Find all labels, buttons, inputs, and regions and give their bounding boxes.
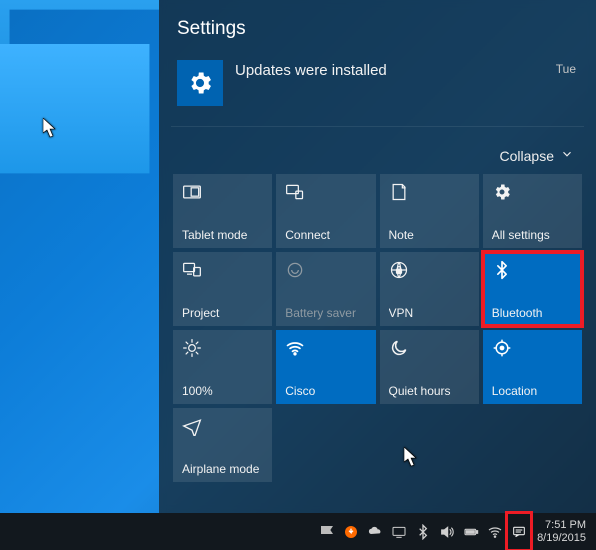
action-center-panel: Settings Updates were installed Tue Coll… (159, 0, 596, 513)
tray-flag-icon[interactable] (315, 513, 339, 550)
system-tray: 7:51 PM 8/19/2015 (315, 513, 596, 550)
tile-airplane-mode[interactable]: Airplane mode (173, 408, 272, 482)
tile-note[interactable]: Note (380, 174, 479, 248)
tile-label: All settings (492, 228, 573, 242)
tile-label: Note (389, 228, 470, 242)
tile-label: Battery saver (285, 306, 366, 320)
collapse-label: Collapse (500, 148, 554, 164)
tile-location[interactable]: Location (483, 330, 582, 404)
tile-label: 100% (182, 384, 263, 398)
location-icon (492, 337, 573, 359)
tile-connect[interactable]: Connect (276, 174, 375, 248)
clock-date: 8/19/2015 (537, 532, 586, 545)
vpn-icon (389, 259, 470, 281)
tray-volume-icon[interactable] (435, 513, 459, 550)
tray-onedrive-icon[interactable] (363, 513, 387, 550)
clock-time: 7:51 PM (537, 519, 586, 532)
gear-icon (492, 181, 573, 203)
connect-icon (285, 181, 366, 203)
quick-actions-grid: Tablet mode Connect Note All settings Pr… (171, 174, 584, 482)
tile-wifi[interactable]: Cisco (276, 330, 375, 404)
tray-update-icon[interactable] (339, 513, 363, 550)
gear-icon (177, 60, 223, 106)
wifi-icon (285, 337, 366, 359)
quiet-hours-icon (389, 337, 470, 359)
brightness-icon (182, 337, 263, 359)
tile-label: Cisco (285, 384, 366, 398)
tile-quiet-hours[interactable]: Quiet hours (380, 330, 479, 404)
tile-all-settings[interactable]: All settings (483, 174, 582, 248)
tile-label: VPN (389, 306, 470, 320)
tile-label: Bluetooth (492, 306, 573, 320)
tray-battery-icon[interactable] (459, 513, 483, 550)
tile-label: Quiet hours (389, 384, 470, 398)
chevron-down-icon (560, 147, 574, 164)
battery-saver-icon (285, 259, 366, 281)
project-icon (182, 259, 263, 281)
taskbar: 7:51 PM 8/19/2015 (0, 513, 596, 550)
tile-tablet-mode[interactable]: Tablet mode (173, 174, 272, 248)
tile-battery-saver[interactable]: Battery saver (276, 252, 375, 326)
tile-label: Project (182, 306, 263, 320)
taskbar-clock[interactable]: 7:51 PM 8/19/2015 (531, 519, 596, 545)
note-icon (389, 181, 470, 203)
tray-bluetooth-icon[interactable] (411, 513, 435, 550)
airplane-icon (182, 415, 263, 437)
tile-label: Connect (285, 228, 366, 242)
tile-label: Location (492, 384, 573, 398)
tablet-mode-icon (182, 181, 263, 203)
tile-label: Tablet mode (182, 228, 263, 242)
tile-project[interactable]: Project (173, 252, 272, 326)
tile-brightness[interactable]: 100% (173, 330, 272, 404)
notification-item[interactable]: Updates were installed Tue (171, 54, 584, 127)
tile-vpn[interactable]: VPN (380, 252, 479, 326)
notification-text: Updates were installed (235, 60, 387, 79)
collapse-button[interactable]: Collapse (171, 127, 584, 174)
tray-display-icon[interactable] (387, 513, 411, 550)
tray-wifi-icon[interactable] (483, 513, 507, 550)
tile-label: Airplane mode (182, 462, 263, 476)
page-title: Settings (177, 18, 578, 40)
tray-action-center-icon[interactable] (507, 513, 531, 550)
bluetooth-icon (492, 259, 573, 281)
wallpaper-shape (0, 44, 159, 176)
tile-bluetooth[interactable]: Bluetooth (483, 252, 582, 326)
notification-timestamp: Tue (556, 62, 576, 76)
